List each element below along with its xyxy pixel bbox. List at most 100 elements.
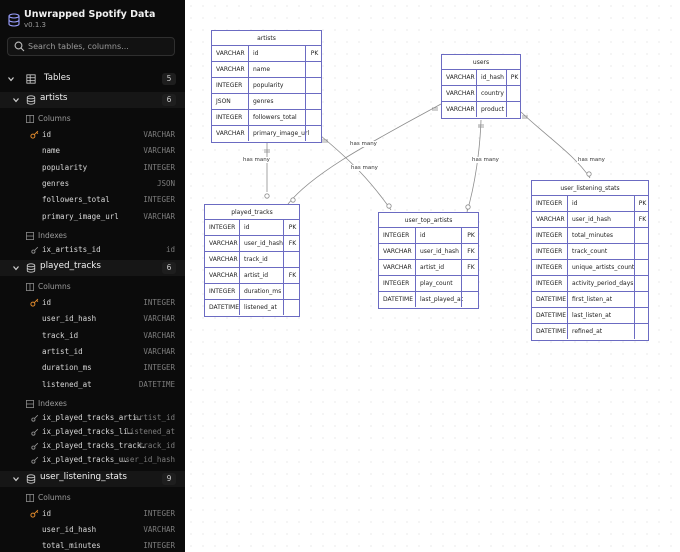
column-type: INTEGER (536, 232, 563, 239)
chevron-down-icon[interactable] (6, 74, 16, 84)
entity-users[interactable]: users VARCHAR id_hash PK VARCHAR country VARCH… (441, 54, 521, 119)
column-row-total_minutes[interactable]: total_minutes INTEGER (0, 538, 185, 552)
app-title: Unwrapped Spotify Data (24, 9, 156, 20)
index-link-icon (31, 414, 39, 424)
table-item-artists[interactable]: artists 6 (0, 92, 185, 108)
index-link-icon (31, 456, 39, 466)
column-name: listened_at (239, 300, 283, 315)
column-key (634, 260, 650, 275)
column-type: DATETIME (536, 312, 567, 319)
entity-artists[interactable]: artists VARCHAR id PK VARCHAR name INTEGER popu… (211, 30, 322, 143)
column-name: artist_id (415, 260, 461, 275)
entity-column-row: DATETIME last_listen_at (532, 308, 648, 324)
table-item-user_listening_stats[interactable]: user_listening_stats 9 (0, 470, 185, 487)
column-name: id (42, 508, 52, 518)
entity-column-row: INTEGER total_minutes (532, 228, 648, 244)
entity-user-top-artists[interactable]: user_top_artists INTEGER id PK VARCHAR user_i… (378, 212, 479, 309)
relationship-line (520, 111, 591, 179)
column-name: popularity (42, 162, 88, 172)
primary-key-icon (30, 298, 39, 307)
column-name: total_minutes (42, 541, 101, 551)
chevron-down-icon[interactable] (11, 474, 21, 484)
table-grid-icon (26, 74, 36, 86)
column-row-genres[interactable]: genres JSON (0, 176, 185, 192)
column-type: VARCHAR (536, 216, 565, 223)
entity-title: played_tracks (205, 205, 299, 220)
column-type: INTEGER (143, 508, 175, 518)
column-type: VARCHAR (446, 106, 475, 113)
relationship-label: has many (349, 141, 378, 147)
column-row-id[interactable]: id INTEGER (0, 506, 185, 522)
index-name: ix_played_tracks_li… (42, 427, 133, 436)
entity-played-tracks[interactable]: played_tracks INTEGER id PK VARCHAR user_id_h… (204, 204, 300, 317)
search-input[interactable] (28, 40, 172, 53)
column-type: VARCHAR (216, 130, 245, 137)
entity-column-row: DATETIME refined_at (532, 324, 648, 340)
column-row-user_id_hash[interactable]: user_id_hash VARCHAR (0, 311, 185, 327)
column-name: id (567, 196, 634, 211)
column-type: INTEGER (143, 195, 175, 205)
database-icon (26, 95, 36, 107)
column-row-listened_at[interactable]: listened_at DATETIME (0, 377, 185, 393)
tables-header[interactable]: Tables 5 (0, 71, 185, 87)
column-name: artist_id (239, 268, 283, 283)
column-type: VARCHAR (383, 264, 412, 271)
index-target: artist_id (134, 412, 175, 422)
entity-title: user_listening_stats (532, 181, 648, 196)
index-row[interactable]: ix_artists_id id (0, 242, 185, 258)
column-row-duration_ms[interactable]: duration_ms INTEGER (0, 360, 185, 376)
column-type: JSON (156, 178, 175, 188)
entity-column-row: VARCHAR artist_id FK (379, 260, 478, 276)
column-name: user_id_hash (42, 524, 97, 534)
entity-column-row: VARCHAR id PK (212, 46, 321, 62)
index-row[interactable]: ix_played_tracks_u… user_id_hash (0, 452, 185, 468)
column-type: INTEGER (143, 162, 175, 172)
column-row-user_id_hash[interactable]: user_id_hash VARCHAR (0, 522, 185, 538)
column-name: artist_id (42, 346, 83, 356)
column-key: FK (634, 212, 650, 227)
column-row-name[interactable]: name VARCHAR (0, 143, 185, 159)
entity-column-row: VARCHAR user_id_hash FK (379, 244, 478, 260)
index-target: id (165, 244, 175, 254)
column-count-badge: 6 (162, 262, 176, 274)
table-item-played_tracks[interactable]: played_tracks 6 (0, 260, 185, 276)
column-name: primary_image_url (248, 126, 309, 141)
column-row-artist_id[interactable]: artist_id VARCHAR (0, 344, 185, 360)
column-key (305, 126, 323, 141)
entity-column-row: INTEGER popularity (212, 78, 321, 94)
column-row-followers_total[interactable]: followers_total INTEGER (0, 192, 185, 208)
primary-key-icon (30, 130, 39, 139)
columns-section-header: Columns (0, 279, 185, 295)
index-link-icon (31, 428, 39, 438)
relationship-line (320, 135, 392, 211)
entity-column-row: VARCHAR user_id_hash FK (205, 236, 299, 252)
indexes-icon (26, 231, 34, 242)
relationship-line (466, 119, 482, 213)
entity-column-row: INTEGER followers_total (212, 110, 321, 126)
chevron-down-icon[interactable] (11, 263, 21, 273)
column-row-primary_image_url[interactable]: primary_image_url VARCHAR (0, 209, 185, 225)
column-type: INTEGER (143, 298, 175, 307)
search-box[interactable] (7, 37, 175, 56)
columns-label: Columns (38, 114, 71, 123)
column-key: PK (634, 196, 650, 211)
relationship-label: has many (242, 157, 271, 163)
column-row-track_id[interactable]: track_id VARCHAR (0, 328, 185, 344)
column-type: VARCHAR (143, 314, 175, 324)
column-type: INTEGER (209, 224, 236, 231)
cardinality-many-marker (290, 197, 296, 203)
column-count-badge: 9 (162, 472, 176, 485)
column-type: DATETIME (138, 379, 175, 389)
column-name: genres (248, 94, 305, 109)
column-row-id[interactable]: id VARCHAR (0, 127, 185, 143)
index-link-icon (31, 442, 39, 452)
entity-user-listening-stats[interactable]: user_listening_stats INTEGER id PK VARCHAR us… (531, 180, 649, 341)
chevron-down-icon[interactable] (11, 95, 21, 105)
column-type: INTEGER (383, 280, 410, 287)
column-row-id[interactable]: id INTEGER (0, 295, 185, 311)
er-diagram-canvas[interactable]: artists VARCHAR id PK VARCHAR name INTEGER popu… (185, 0, 680, 552)
entity-column-row: VARCHAR product (442, 102, 520, 118)
column-row-popularity[interactable]: popularity INTEGER (0, 160, 185, 176)
column-key (634, 276, 650, 291)
entity-column-row: INTEGER id PK (532, 196, 648, 212)
